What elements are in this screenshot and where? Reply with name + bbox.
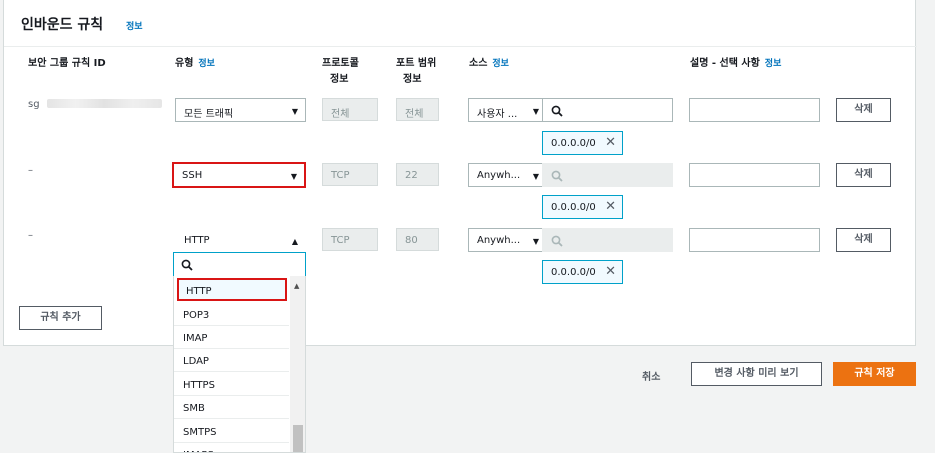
dropdown-option-smb[interactable]: SMB (174, 396, 289, 419)
caret-down-icon: ▼ (532, 237, 539, 246)
col-header-protocol: 프로토콜 (322, 58, 359, 69)
preview-changes-button[interactable]: 변경 사항 미리 보기 (691, 362, 822, 386)
scrollbar-thumb[interactable] (293, 425, 303, 452)
source-search-input (542, 228, 673, 252)
protocol-info-link[interactable]: 정보 (330, 70, 348, 85)
protocol-field: TCP (322, 228, 378, 251)
description-input[interactable] (689, 228, 820, 252)
protocol-field: TCP (322, 163, 378, 186)
scroll-up-icon[interactable]: ▲ (294, 282, 299, 290)
redacted-rule-id (47, 99, 162, 108)
type-select[interactable]: HTTP ▲ (175, 228, 306, 252)
search-icon (551, 105, 563, 117)
description-input[interactable] (689, 98, 820, 122)
delete-button[interactable]: 삭제 (836, 98, 891, 122)
search-icon (551, 235, 563, 247)
close-icon[interactable]: ✕ (605, 199, 616, 214)
type-select[interactable]: 모든 트래픽 ▼ (175, 98, 306, 122)
source-search-input (542, 163, 673, 187)
cancel-button[interactable]: 취소 (642, 368, 660, 383)
panel-title: 인바운드 규칙 (21, 17, 104, 33)
caret-down-icon: ▼ (532, 107, 539, 116)
type-info-link[interactable]: 정보 (198, 59, 215, 69)
description-info-link[interactable]: 정보 (765, 59, 782, 69)
delete-button[interactable]: 삭제 (836, 163, 891, 187)
panel-info-link[interactable]: 정보 (126, 19, 143, 32)
port-field: 전체 (396, 98, 439, 121)
cidr-token: 0.0.0.0/0 ✕ (542, 195, 623, 219)
source-search-input[interactable] (542, 98, 673, 122)
close-icon[interactable]: ✕ (605, 264, 616, 279)
dropdown-option-ldap[interactable]: LDAP (174, 349, 289, 372)
rule-id: sg (28, 99, 40, 110)
rule-id: – (28, 165, 33, 176)
type-filter-input[interactable] (173, 252, 306, 277)
inbound-rules-panel: 인바운드 규칙 정보 보안 그룹 규칙 ID 유형 정보 프로토콜 정보 포트 범… (3, 0, 917, 346)
description-input[interactable] (689, 163, 820, 187)
panel-header: 인바운드 규칙 정보 (4, 0, 917, 47)
rule-id: – (28, 230, 33, 241)
save-rules-button[interactable]: 규칙 저장 (833, 362, 916, 386)
protocol-field: 전체 (322, 98, 378, 121)
port-field: 22 (396, 163, 439, 186)
caret-down-icon: ▼ (532, 172, 539, 181)
col-header-description: 설명 - 선택 사항 정보 (690, 58, 782, 69)
type-dropdown-list: HTTP POP3 IMAP LDAP HTTPS SMB SMTPS IMAP… (173, 276, 306, 453)
dropdown-option-smtps[interactable]: SMTPS (174, 420, 289, 443)
caret-down-icon: ▼ (291, 107, 298, 116)
port-info-link[interactable]: 정보 (403, 70, 421, 85)
type-select[interactable]: SSH ▼ (172, 162, 306, 188)
dropdown-scrollbar[interactable]: ▲ (290, 276, 305, 452)
dropdown-option-pop3[interactable]: POP3 (174, 303, 289, 326)
col-header-rule-id: 보안 그룹 규칙 ID (28, 58, 106, 69)
search-icon (181, 259, 193, 271)
cidr-token: 0.0.0.0/0 ✕ (542, 260, 623, 284)
add-rule-button[interactable]: 규칙 추가 (19, 306, 102, 330)
source-info-link[interactable]: 정보 (492, 59, 509, 69)
col-header-port-range: 포트 범위 (396, 58, 437, 69)
close-icon[interactable]: ✕ (605, 135, 616, 150)
source-select[interactable]: 사용자 ... ▼ (468, 98, 544, 122)
dropdown-option-https[interactable]: HTTPS (174, 373, 289, 396)
dropdown-option-imaps[interactable]: IMAPS (174, 443, 289, 452)
dropdown-option-http[interactable]: HTTP (177, 278, 287, 301)
caret-up-icon: ▲ (291, 237, 298, 246)
search-icon (551, 170, 563, 182)
source-select[interactable]: Anywh... ▼ (468, 228, 544, 252)
source-select[interactable]: Anywh... ▼ (468, 163, 544, 187)
col-header-type: 유형 정보 (175, 58, 215, 69)
col-header-source: 소스 정보 (469, 58, 509, 69)
cidr-token: 0.0.0.0/0 ✕ (542, 131, 623, 155)
caret-down-icon: ▼ (290, 172, 297, 181)
port-field: 80 (396, 228, 439, 251)
dropdown-option-imap[interactable]: IMAP (174, 326, 289, 349)
delete-button[interactable]: 삭제 (836, 228, 891, 252)
